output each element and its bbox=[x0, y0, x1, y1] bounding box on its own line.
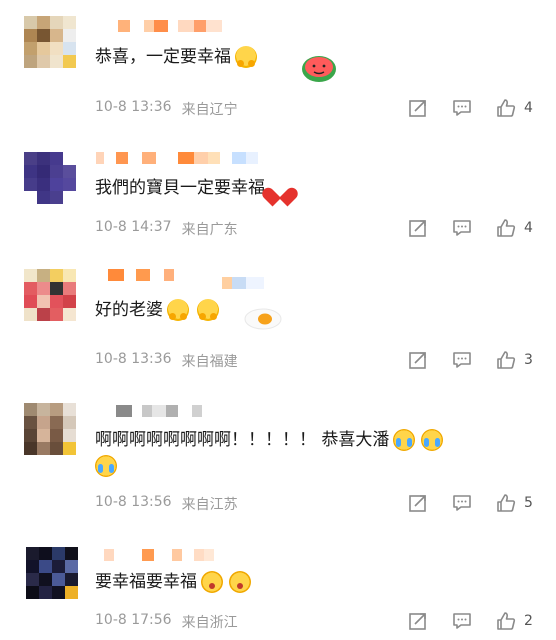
repost-icon[interactable] bbox=[406, 491, 430, 515]
scream-emoji bbox=[229, 571, 251, 593]
comment-actions: 4 bbox=[406, 96, 536, 120]
scream-emoji bbox=[201, 571, 223, 593]
comment-text: 啊啊啊啊啊啊啊啊！！！！！ 恭喜大潘 bbox=[95, 427, 444, 453]
thumbs-up-icon[interactable] bbox=[494, 216, 518, 240]
watermelon-sticker bbox=[302, 56, 336, 82]
pleading-emoji bbox=[197, 299, 219, 321]
crying-laugh-emoji bbox=[421, 429, 444, 451]
avatar[interactable] bbox=[24, 403, 76, 455]
comment-icon[interactable] bbox=[450, 491, 474, 515]
avatar[interactable] bbox=[24, 152, 76, 204]
thumbs-up-icon[interactable] bbox=[494, 96, 518, 120]
comment-meta: 10-8 13:36 来自辽宁 bbox=[95, 99, 238, 119]
comment-actions: 5 bbox=[406, 491, 536, 515]
comment-item: 啊啊啊啊啊啊啊啊！！！！！ 恭喜大潘 10-8 13:56 来自江苏 5 bbox=[0, 385, 556, 523]
comment-actions: 2 bbox=[406, 609, 536, 633]
thumbs-up-icon[interactable] bbox=[494, 491, 518, 515]
username-blurred[interactable] bbox=[104, 547, 214, 563]
pleading-emoji bbox=[167, 299, 189, 321]
comment-icon[interactable] bbox=[450, 96, 474, 120]
thumbs-up-icon[interactable] bbox=[494, 609, 518, 633]
comment-meta: 10-8 13:56 来自江苏 bbox=[95, 494, 238, 514]
like-count: 4 bbox=[524, 100, 533, 116]
hug-emoji bbox=[235, 46, 257, 68]
username-blurred bbox=[222, 275, 264, 291]
heart-emoji bbox=[269, 178, 291, 198]
timestamp: 10-8 13:56 bbox=[95, 494, 172, 510]
like-count: 5 bbox=[524, 495, 533, 511]
location: 来自辽宁 bbox=[181, 102, 238, 118]
comment-text-wrap bbox=[95, 455, 117, 477]
username-blurred[interactable] bbox=[96, 150, 258, 166]
timestamp: 10-8 13:36 bbox=[95, 99, 172, 115]
like-count: 3 bbox=[524, 352, 533, 368]
repost-icon[interactable] bbox=[406, 216, 430, 240]
username-blurred[interactable] bbox=[116, 403, 202, 419]
comment-text: 恭喜，一定要幸福 bbox=[95, 44, 257, 70]
crying-laugh-emoji bbox=[393, 429, 416, 451]
timestamp: 10-8 14:37 bbox=[95, 219, 172, 235]
comment-meta: 10-8 13:36 来自福建 bbox=[95, 351, 238, 371]
avatar[interactable] bbox=[24, 16, 76, 68]
comment-item: 好的老婆 10-8 13:36 来自福建 3 bbox=[0, 255, 556, 385]
repost-icon[interactable] bbox=[406, 609, 430, 633]
avatar[interactable] bbox=[24, 269, 76, 321]
location: 来自福建 bbox=[181, 354, 238, 370]
location: 来自浙江 bbox=[181, 615, 238, 631]
comment-meta: 10-8 14:37 来自广东 bbox=[95, 219, 238, 239]
crying-laugh-emoji bbox=[95, 455, 117, 477]
comment-text: 要幸福要幸福 bbox=[95, 569, 251, 595]
username-blurred[interactable] bbox=[108, 267, 174, 283]
comment-item: 恭喜，一定要幸福 10-8 13:36 来自辽宁 4 bbox=[0, 0, 556, 130]
repost-icon[interactable] bbox=[406, 96, 430, 120]
comment-icon[interactable] bbox=[450, 216, 474, 240]
comment-actions: 4 bbox=[406, 216, 536, 240]
comment-item: 要幸福要幸福 10-8 17:56 来自浙江 2 bbox=[0, 523, 556, 640]
repost-icon[interactable] bbox=[406, 348, 430, 372]
thumbs-up-icon[interactable] bbox=[494, 348, 518, 372]
comment-icon[interactable] bbox=[450, 609, 474, 633]
like-count: 2 bbox=[524, 613, 533, 629]
comment-text: 我們的寶貝一定要幸福 bbox=[95, 175, 291, 201]
like-count: 4 bbox=[524, 220, 533, 236]
location: 来自广东 bbox=[181, 222, 238, 238]
comment-icon[interactable] bbox=[450, 348, 474, 372]
timestamp: 10-8 13:36 bbox=[95, 351, 172, 367]
location: 来自江苏 bbox=[181, 497, 238, 513]
egg-sticker bbox=[244, 308, 282, 330]
timestamp: 10-8 17:56 bbox=[95, 612, 172, 628]
comment-text: 好的老婆 bbox=[95, 297, 219, 323]
comment-meta: 10-8 17:56 来自浙江 bbox=[95, 612, 238, 632]
comment-actions: 3 bbox=[406, 348, 536, 372]
avatar[interactable] bbox=[26, 547, 78, 599]
username-blurred[interactable] bbox=[118, 18, 222, 34]
comment-item: 我們的寶貝一定要幸福 10-8 14:37 来自广东 4 bbox=[0, 130, 556, 255]
